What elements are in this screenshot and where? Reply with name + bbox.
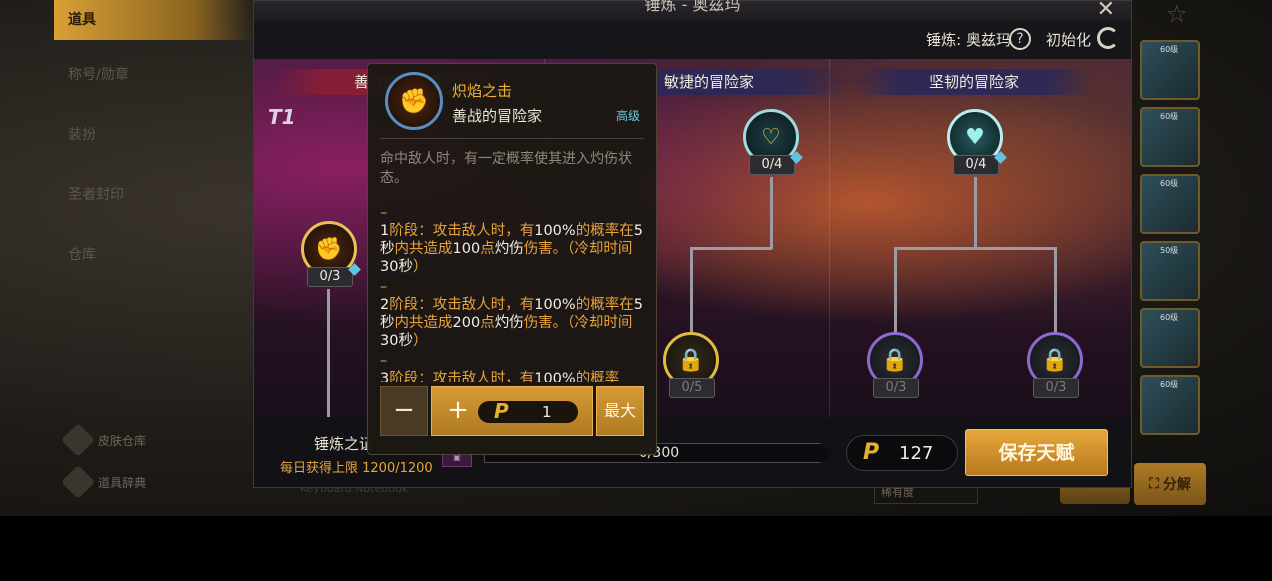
skin-warehouse-link[interactable]: 皮肤仓库 [61, 423, 147, 457]
divider-dash: – [380, 353, 388, 369]
points-display: P 127 [846, 435, 958, 471]
stage-description: 2阶段：攻击敌人时，有100%的概率在5秒内共造成200点灼伤伤害。（冷却时间3… [380, 297, 643, 349]
smelt-proof-label: 锤炼之证 [314, 435, 375, 453]
tooltip-grade: 高级 [615, 109, 640, 123]
tooltip-subtitle: 善战的冒险家 [452, 107, 543, 125]
star-icon[interactable]: ☆ [1166, 0, 1192, 28]
item-level: 60级 [1160, 380, 1179, 389]
skin-warehouse-label: 皮肤仓库 [98, 433, 147, 448]
item-slot[interactable]: 60级 [1140, 375, 1200, 435]
talent-node-locked[interactable]: 🔒 0/5 [661, 332, 721, 402]
column-divider [829, 59, 830, 417]
node-level-count: 0/4 [749, 155, 795, 175]
tooltip-title: 炽焰之击 [452, 82, 513, 100]
help-icon[interactable]: ? [1009, 28, 1031, 50]
talent-node-tough-heart[interactable]: ♥ 0/4 [945, 109, 1007, 179]
connector-line [974, 177, 977, 249]
panel-info-bar: 锤炼: 奥兹玛 ? 初始化 [254, 21, 1131, 59]
item-slot[interactable]: 60级 [1140, 174, 1200, 234]
max-button[interactable]: 最大 [596, 386, 644, 436]
divider-dash: – [380, 205, 388, 221]
tooltip-stages[interactable]: – 1阶段：攻击敌人时，有100%的概率在5秒内共造成100点灼伤伤害。（冷却时… [380, 204, 650, 382]
item-slot[interactable]: 60级 [1140, 308, 1200, 368]
increase-button[interactable]: + [444, 387, 472, 435]
node-level-count: 0/4 [953, 155, 999, 175]
divider-dash: – [380, 279, 388, 295]
points-value: 127 [899, 443, 934, 464]
menu-item-seal[interactable]: 圣者封印 [54, 175, 254, 215]
smelt-target-label: 锤炼: 奥兹玛 [926, 31, 1011, 49]
talent-node-fire-strike[interactable]: ✊ 0/3 [299, 221, 361, 291]
tier-label: T1 [268, 105, 296, 129]
connector-line [690, 247, 772, 250]
divide-icon: ⛶ [1149, 476, 1159, 492]
save-talent-button[interactable]: 保存天赋 [965, 429, 1108, 476]
menu-item-warehouse[interactable]: 仓库 [54, 235, 254, 275]
quantity-field[interactable]: P 1 [478, 399, 578, 423]
node-level-count: 0/3 [307, 267, 353, 287]
item-level: 50级 [1160, 246, 1179, 255]
point-currency-icon: P [863, 440, 880, 465]
node-level-count: 0/5 [669, 378, 715, 398]
item-level: 60级 [1160, 313, 1179, 322]
item-level: 60级 [1160, 45, 1179, 54]
panel-title-bar: 锤炼 - 奥兹玛 ✕ [254, 0, 1131, 22]
item-level: 60级 [1160, 179, 1179, 188]
item-level: 60级 [1160, 112, 1179, 121]
talent-node-agile-heart[interactable]: ♡ 0/4 [741, 109, 803, 179]
node-level-count: 0/3 [1033, 378, 1079, 398]
close-icon[interactable]: ✕ [1097, 0, 1115, 22]
reset-icon[interactable] [1097, 27, 1119, 49]
talent-tooltip: ✊ 炽焰之击 善战的冒险家 高级 命中敌人时，有一定概率使其进入灼伤状态。 – … [367, 63, 657, 455]
connector-line [770, 177, 773, 249]
menu-item-titles[interactable]: 称号/勋章 [54, 55, 254, 95]
fire-fist-icon: ✊ [385, 72, 443, 130]
point-currency-icon: P [494, 399, 509, 423]
panel-title: 锤炼 - 奥兹玛 [644, 0, 741, 14]
decrease-button[interactable]: − [380, 386, 428, 436]
increase-area: + P 1 [431, 386, 593, 436]
skin-icon [61, 423, 95, 457]
item-dictionary-link[interactable]: 道具辞典 [61, 465, 147, 499]
talent-node-locked[interactable]: 🔒 0/3 [865, 332, 925, 402]
connector-line [1054, 247, 1057, 332]
tooltip-description: 命中敌人时，有一定概率使其进入灼伤状态。 [380, 151, 632, 186]
column-header-tough: 坚韧的冒险家 [854, 69, 1094, 95]
stage-description: 1阶段：攻击敌人时，有100%的概率在5秒内共造成100点灼伤伤害。（冷却时间3… [380, 223, 643, 275]
menu-item-outfit[interactable]: 装扮 [54, 115, 254, 155]
divide-button[interactable]: ⛶ 分解 [1134, 463, 1206, 505]
reset-label[interactable]: 初始化 [1046, 29, 1091, 50]
stage-description: 3阶段：攻击敌人时，有100%的概率 [380, 371, 620, 382]
dictionary-icon [61, 465, 95, 499]
item-slot[interactable]: 60级 [1140, 40, 1200, 100]
connector-line [894, 247, 897, 332]
menu-item-items[interactable]: 道具 [54, 0, 254, 40]
item-dictionary-label: 道具辞典 [98, 475, 147, 490]
quantity-value: 1 [542, 403, 552, 421]
item-slot[interactable]: 60级 [1140, 107, 1200, 167]
divide-label: 分解 [1162, 477, 1191, 493]
divider [380, 138, 644, 139]
connector-line [894, 247, 1056, 250]
item-slot-column: 60级 60级 60级 50级 60级 60级 [1140, 40, 1206, 442]
daily-limit-text: 每日获得上限 1200/1200 [280, 461, 433, 476]
node-level-count: 0/3 [873, 378, 919, 398]
connector-line [327, 289, 330, 417]
level-controls: − + P 1 最大 [380, 386, 648, 436]
item-slot[interactable]: 50级 [1140, 241, 1200, 301]
talent-node-locked[interactable]: 🔒 0/3 [1025, 332, 1085, 402]
connector-line [690, 247, 693, 332]
